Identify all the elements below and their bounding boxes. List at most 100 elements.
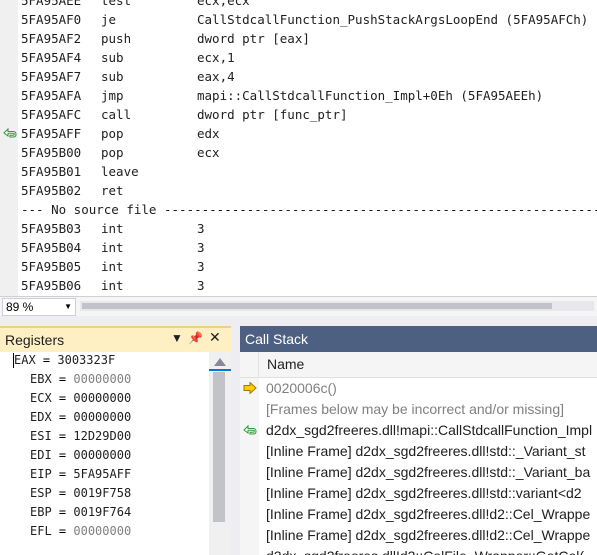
disassembly-line[interactable]: 5FA95AF2 push dword ptr [eax] — [21, 29, 597, 48]
disassembly-line[interactable]: 5FA95AFA jmp mapi::CallStdcallFunction_Imp… — [21, 86, 597, 105]
instruction-operands: dword ptr [func_ptr] — [197, 107, 348, 122]
instruction-address: 5FA95AF2 — [21, 31, 82, 46]
current-arrow-icon — [243, 382, 257, 394]
callstack-frame[interactable]: [Inline Frame] d2dx_sgd2freeres.dll!std:… — [240, 441, 597, 462]
register-row[interactable]: ESP = 0019F758 — [30, 484, 131, 503]
instruction-mnemonic: ret — [101, 183, 124, 198]
register-row[interactable]: EBP = 0019F764 — [30, 503, 131, 522]
frame-name: [Inline Frame] d2dx_sgd2freeres.dll!std:… — [266, 443, 586, 459]
disassembly-line[interactable]: 5FA95AF7 sub eax,4 — [21, 67, 597, 86]
disassembly-line[interactable]: 5FA95AF4 sub ecx,1 — [21, 48, 597, 67]
frame-gutter — [240, 546, 259, 555]
no-source-separator: --- No source file ---------------------… — [21, 202, 597, 217]
horizontal-scrollbar[interactable] — [80, 301, 594, 311]
instruction-address: 5FA95AF4 — [21, 50, 82, 65]
register-value: 00000000 — [73, 391, 132, 405]
frame-gutter — [240, 462, 259, 483]
register-value: 5FA95AFF — [73, 467, 132, 481]
register-name: ECX — [30, 391, 52, 405]
return-arrow-icon — [3, 127, 17, 138]
zoom-select[interactable]: 89 % ▼ — [2, 298, 76, 316]
register-row[interactable]: EAX = 3003323F — [14, 351, 115, 370]
callstack-frame[interactable]: d2dx_sgd2freeres.dll!mapi::CallStdcallFu… — [240, 420, 597, 441]
register-row[interactable]: ECX = 00000000 — [30, 389, 131, 408]
scrollbar-thumb[interactable] — [213, 372, 225, 522]
register-row[interactable]: ESI = 12D29D00 — [30, 427, 131, 446]
disassembly-line[interactable]: 5FA95B04 int 3 — [21, 238, 597, 257]
instruction-operands: dword ptr [eax] — [197, 31, 310, 46]
disassembly-line[interactable]: 5FA95B06 int 3 — [21, 276, 597, 295]
callstack-frame[interactable]: [Inline Frame] d2dx_sgd2freeres.dll!std:… — [240, 462, 597, 483]
instruction-operands: CallStdcallFunction_PushStackArgsLoopEnd… — [197, 12, 589, 27]
disassembly-line[interactable]: 5FA95AFC call dword ptr [func_ptr] — [21, 105, 597, 124]
register-equals: = — [51, 486, 74, 500]
registers-panel: Registers ▼ 📌 ✕ EAX = 3003323F EBX = 0000… — [0, 326, 231, 555]
frame-name: 0020006c() — [266, 380, 337, 396]
register-equals: = — [51, 391, 74, 405]
registers-title: Registers — [5, 332, 65, 348]
disassembly-line[interactable]: 5FA95B01 leave — [21, 162, 597, 181]
disassembly-gutter[interactable] — [0, 0, 18, 296]
register-row[interactable]: EDI = 00000000 — [30, 446, 131, 465]
disassembly-line[interactable]: 5FA95AF0 je CallStdcallFunction_PushStackA… — [21, 10, 597, 29]
callstack-frame[interactable]: [Inline Frame] d2dx_sgd2freeres.dll!d2::… — [240, 504, 597, 525]
register-name: EDI — [30, 448, 52, 462]
instruction-operands: ecx — [197, 145, 220, 160]
callstack-frame[interactable]: d2dx_sgd2freeres.dll!d2::CelFile_Wrapper… — [240, 546, 597, 555]
disassembly-line[interactable]: 5FA95B03 int 3 — [21, 219, 597, 238]
callstack-frame[interactable]: [Frames below may be incorrect and/or mi… — [240, 399, 597, 420]
disassembly-line[interactable]: 5FA95B02 ret — [21, 181, 597, 200]
callstack-frame[interactable]: [Inline Frame] d2dx_sgd2freeres.dll!d2::… — [240, 525, 597, 546]
registers-title-bar[interactable]: Registers ▼ 📌 ✕ — [0, 326, 231, 352]
callstack-title-bar[interactable]: Call Stack — [240, 326, 597, 352]
callstack-frame[interactable]: [Inline Frame] d2dx_sgd2freeres.dll!std:… — [240, 483, 597, 504]
register-equals: = — [51, 524, 74, 538]
register-name: EIP — [30, 467, 52, 481]
register-row[interactable]: EIP = 5FA95AFF — [30, 465, 131, 484]
frame-gutter — [240, 504, 259, 525]
register-name: EAX — [14, 353, 36, 367]
register-name: ESI — [30, 429, 52, 443]
zoom-value: 89 % — [6, 300, 34, 314]
callstack-frame[interactable]: 0020006c() — [240, 378, 597, 399]
scrollbar-thumb[interactable] — [82, 303, 552, 309]
register-equals: = — [51, 372, 74, 386]
instruction-address: 5FA95B00 — [21, 145, 82, 160]
register-row[interactable]: EDX = 00000000 — [30, 408, 131, 427]
disassembly-line[interactable]: 5FA95B05 int 3 — [21, 257, 597, 276]
chevron-down-icon: ▼ — [64, 302, 72, 311]
instruction-address: 5FA95AF7 — [21, 69, 82, 84]
registers-scrollbar[interactable] — [209, 352, 231, 555]
close-icon[interactable]: ✕ — [209, 329, 221, 346]
dropdown-icon[interactable]: ▼ — [171, 331, 183, 345]
instruction-mnemonic: push — [101, 31, 132, 46]
frame-name: [Frames below may be incorrect and/or mi… — [266, 401, 564, 417]
frame-gutter — [240, 399, 259, 420]
disassembly-line[interactable]: 5FA95B00 pop ecx — [21, 143, 597, 162]
instruction-mnemonic: int — [101, 221, 124, 236]
register-row[interactable]: EBX = 00000000 — [30, 370, 131, 389]
disassembly-line[interactable]: 5FA95AFF pop edx — [3, 124, 597, 143]
register-name: EBX — [30, 372, 52, 386]
pin-icon[interactable]: 📌 — [188, 331, 203, 345]
frame-name: [Inline Frame] d2dx_sgd2freeres.dll!std:… — [266, 485, 582, 501]
registers-list[interactable]: EAX = 3003323F EBX = 00000000 ECX = 000000… — [0, 352, 209, 555]
instruction-operands: edx — [197, 126, 220, 141]
disassembly-view[interactable]: 5FA95AEE test ecx,ecx 5FA95AF0 je CallStdcall… — [0, 0, 597, 296]
register-row[interactable]: EFL = 00000000 — [30, 522, 131, 541]
frame-gutter — [240, 483, 259, 504]
scroll-up-icon[interactable] — [214, 358, 226, 366]
instruction-address: 5FA95B01 — [21, 164, 82, 179]
callstack-column-header[interactable]: Name — [240, 352, 597, 378]
instruction-operands: mapi::CallStdcallFunction_Impl+0Eh (5FA9… — [197, 88, 544, 103]
scroll-indicator — [209, 369, 231, 371]
panel-divider[interactable] — [231, 326, 240, 555]
disassembly-line[interactable]: 5FA95AEE test ecx,ecx — [21, 0, 597, 10]
instruction-operands: ecx,ecx — [197, 0, 250, 8]
frame-name: [Inline Frame] d2dx_sgd2freeres.dll!d2::… — [266, 527, 591, 543]
instruction-address: 5FA95B03 — [21, 221, 82, 236]
text-cursor — [13, 353, 14, 368]
register-equals: = — [51, 505, 74, 519]
register-name: EFL — [30, 524, 52, 538]
register-value: 00000000 — [73, 372, 132, 386]
